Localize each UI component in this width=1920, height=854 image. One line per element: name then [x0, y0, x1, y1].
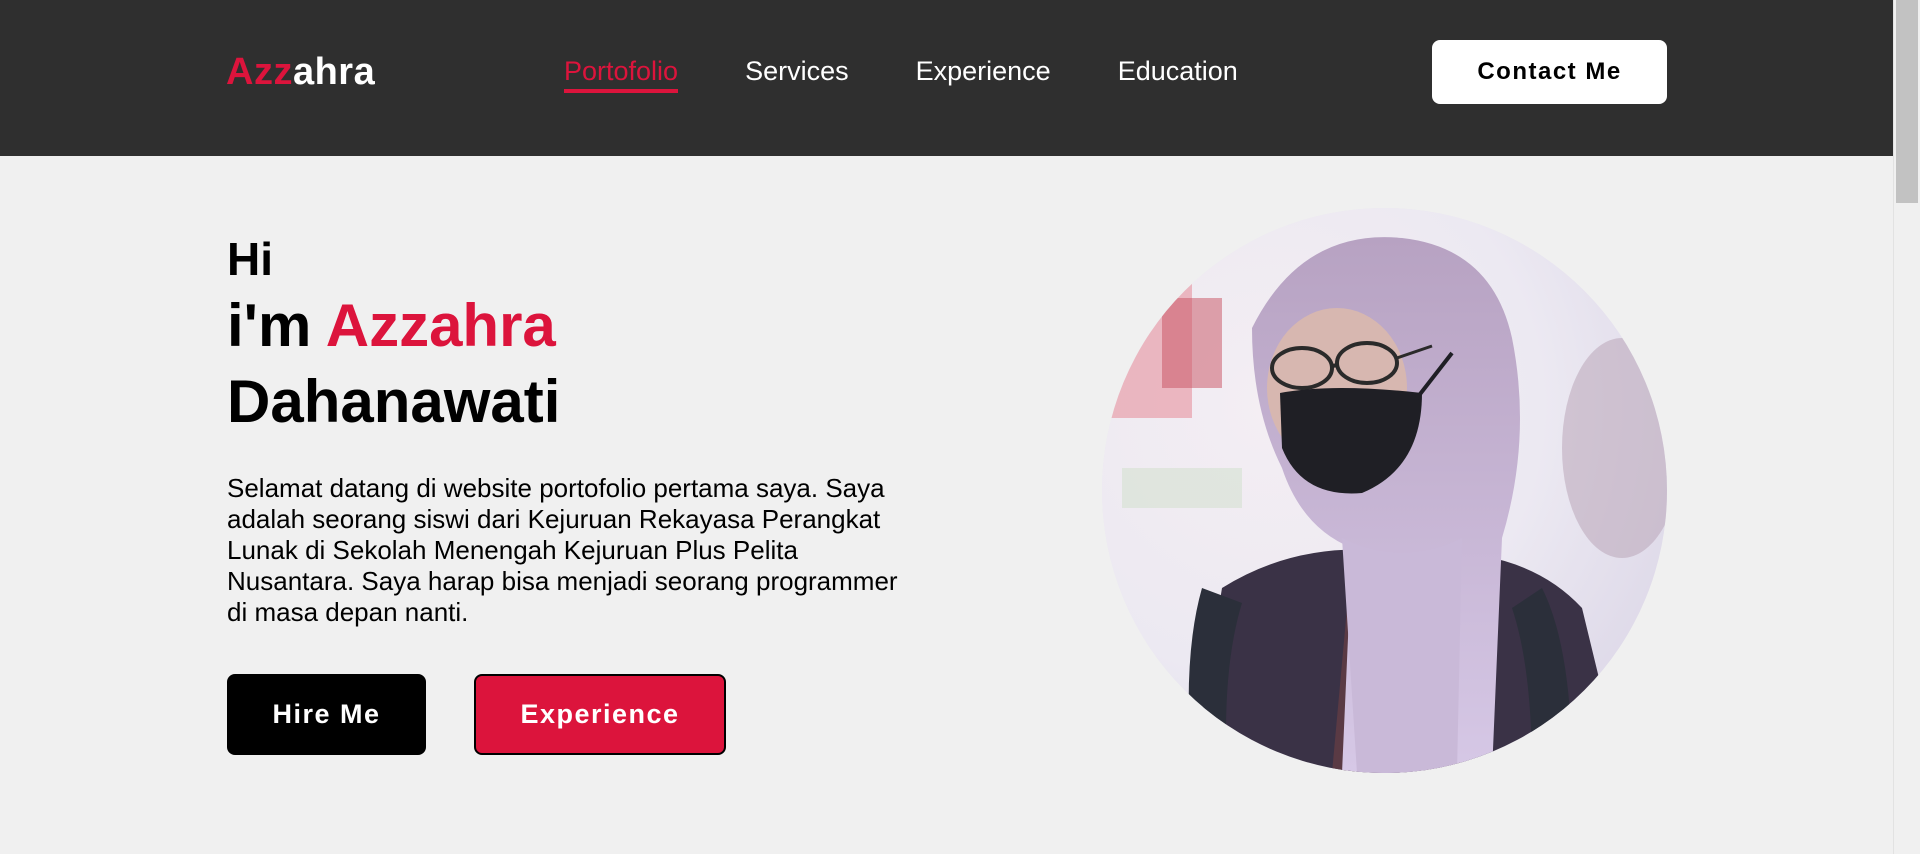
- hero-name-prefix: i'm: [227, 292, 326, 359]
- description-line: di masa depan nanti.: [227, 597, 469, 627]
- description-line: Nusantara. Saya harap bisa menjadi seora…: [227, 566, 898, 596]
- scroll-thumb[interactable]: [1896, 0, 1918, 203]
- hero-name-last: Dahanawati: [227, 368, 561, 435]
- profile-photo: [1102, 208, 1667, 773]
- hire-me-button[interactable]: Hire Me: [227, 674, 426, 755]
- experience-button[interactable]: Experience: [474, 674, 726, 755]
- description-line: Selamat datang di website portofolio per…: [227, 473, 885, 503]
- hero-name-first: Azzahra: [325, 292, 556, 359]
- description-line: adalah seorang siswi dari Kejuruan Rekay…: [227, 504, 881, 534]
- hero-greeting: Hi: [227, 233, 273, 285]
- contact-me-button[interactable]: Contact Me: [1432, 40, 1667, 104]
- logo-rest: ahra: [292, 51, 376, 93]
- logo-accent: Azz: [226, 51, 293, 93]
- nav-link-education[interactable]: Education: [1118, 54, 1238, 88]
- profile-photo-illustration: [1102, 208, 1667, 773]
- nav-link-experience[interactable]: Experience: [916, 54, 1051, 88]
- nav-links: Portofolio Services Experience Education: [564, 54, 1305, 93]
- hero-description: Selamat datang di website portofolio per…: [227, 473, 947, 628]
- scrollbar[interactable]: ▲: [1893, 0, 1920, 854]
- nav-link-services[interactable]: Services: [745, 54, 849, 88]
- hero-name: i'm Azzahra Dahanawati: [227, 288, 560, 440]
- description-line: Lunak di Sekolah Menengah Kejuruan Plus …: [227, 535, 798, 565]
- navbar: Azzahra Portofolio Services Experience E…: [0, 0, 1893, 156]
- logo[interactable]: Azzahra: [226, 49, 375, 95]
- nav-link-portofolio[interactable]: Portofolio: [564, 54, 679, 93]
